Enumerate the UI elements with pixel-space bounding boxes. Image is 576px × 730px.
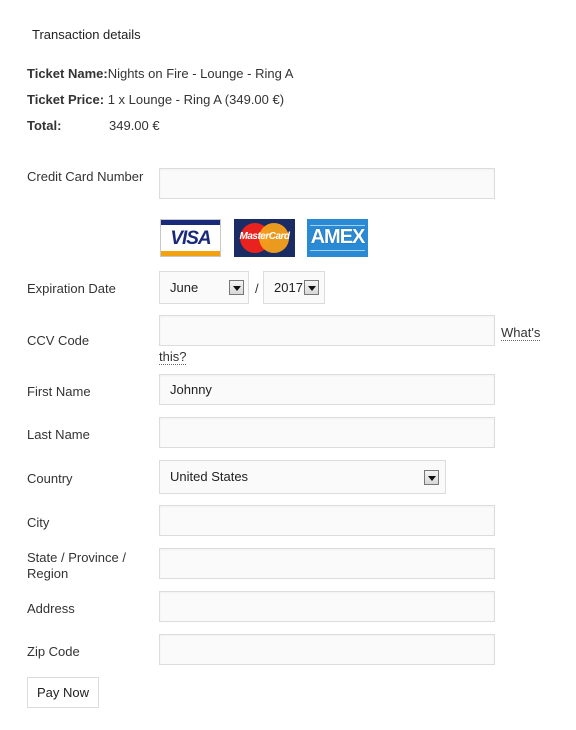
visa-logo: VISA (160, 219, 221, 257)
last-name-label: Last Name (27, 427, 90, 442)
state-label-line2: Region (27, 566, 69, 581)
credit-card-input[interactable] (159, 168, 495, 199)
address-input[interactable] (159, 591, 495, 622)
ticket-name-value: Nights on Fire - Lounge - Ring A (107, 66, 294, 81)
ccv-label: CCV Code (27, 333, 90, 348)
ticket-name-row: Ticket Name:Nights on Fire - Lounge - Ri… (27, 66, 293, 81)
state-input[interactable] (159, 548, 495, 579)
expiration-year-value: 2017 (274, 280, 303, 295)
ticket-price-value: 1 x Lounge - Ring A (349.00 €) (107, 92, 285, 107)
ccv-input[interactable] (159, 315, 495, 346)
expiration-year-select[interactable]: 2017 (263, 271, 325, 304)
city-input[interactable] (159, 505, 495, 536)
zip-code-input[interactable] (159, 634, 495, 665)
chevron-down-icon (229, 280, 244, 295)
country-select[interactable]: United States (159, 460, 446, 494)
first-name-label: First Name (27, 384, 91, 399)
expiration-separator: / (255, 281, 259, 296)
expiration-month-select[interactable]: June (159, 271, 249, 304)
first-name-input[interactable]: Johnny (159, 374, 495, 405)
amex-logo: AMEX (307, 219, 368, 257)
chevron-down-icon (424, 470, 439, 485)
total-row: Total: 349.00 € (27, 118, 160, 133)
pay-now-button[interactable]: Pay Now (27, 677, 99, 708)
mastercard-logo-text: MasterCard (239, 231, 290, 242)
state-label: State / Province / Region (27, 550, 126, 582)
address-label: Address (27, 601, 75, 616)
country-label: Country (27, 471, 73, 486)
state-label-line1: State / Province / (27, 550, 126, 565)
expiration-month-value: June (170, 280, 199, 295)
amex-logo-text: AMEX (310, 226, 366, 248)
credit-card-label: Credit Card Number (27, 169, 144, 184)
ticket-price-row: Ticket Price: 1 x Lounge - Ring A (349.0… (27, 92, 284, 107)
last-name-input[interactable] (159, 417, 495, 448)
total-value: 349.00 € (109, 118, 160, 133)
whats-this-link-continued[interactable]: this? (159, 349, 187, 365)
ticket-name-label: Ticket Name: (27, 66, 108, 81)
city-label: City (27, 515, 50, 530)
visa-logo-text: VISA (170, 228, 211, 249)
ticket-price-label: Ticket Price: (27, 92, 105, 107)
mastercard-logo: MasterCard (234, 219, 295, 257)
chevron-down-icon (304, 280, 319, 295)
total-label: Total: (27, 118, 62, 133)
country-value: United States (170, 469, 249, 484)
expiration-date-label: Expiration Date (27, 281, 116, 296)
page-title: Transaction details (32, 27, 141, 42)
zip-code-label: Zip Code (27, 644, 80, 659)
whats-this-link[interactable]: What's (501, 325, 541, 341)
